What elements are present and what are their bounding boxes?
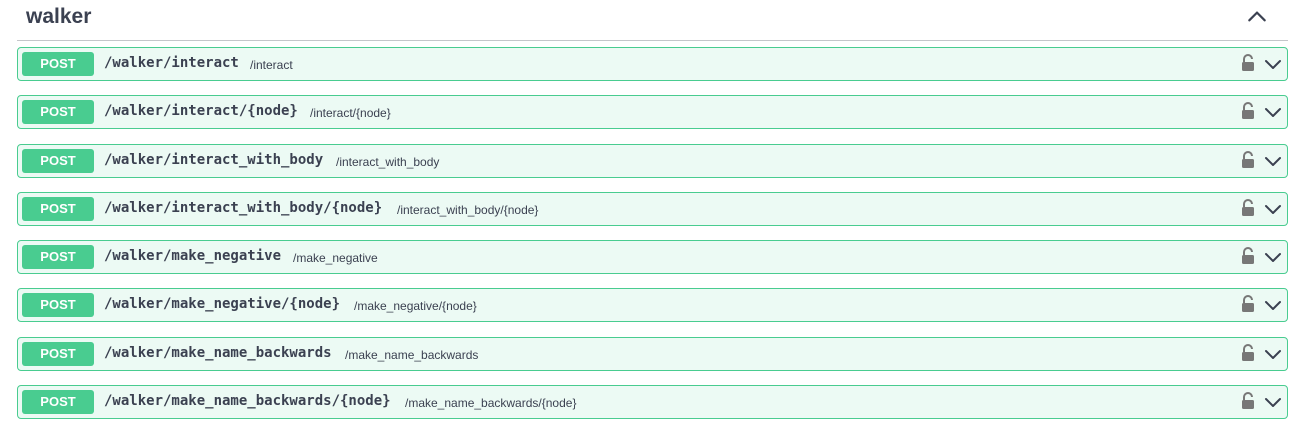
chevron-down-icon[interactable] [1263, 344, 1283, 364]
unlocked-padlock-icon[interactable] [1241, 150, 1255, 169]
chevron-down-icon[interactable] [1263, 151, 1283, 171]
method-badge: POST [22, 52, 94, 76]
unlocked-padlock-icon[interactable] [1241, 198, 1255, 217]
section-title: walker [26, 5, 92, 28]
unlocked-padlock-icon[interactable] [1241, 247, 1255, 265]
operation-summary: /interact [250, 58, 293, 72]
method-badge: POST [22, 245, 94, 270]
operation-row[interactable]: POST /walker/interact_with_body /interac… [17, 143, 1288, 178]
operation-row[interactable]: POST /walker/make_negative /make_negativ… [17, 240, 1288, 275]
chevron-up-icon[interactable] [1246, 6, 1268, 28]
operation-row[interactable]: POST /walker/make_negative/{node} /make_… [17, 288, 1288, 323]
operation-row[interactable]: POST /walker/make_name_backwards /make_n… [17, 336, 1288, 371]
chevron-down-icon[interactable] [1263, 295, 1283, 315]
method-badge: POST [22, 390, 94, 415]
operation-row[interactable]: POST /walker/interact /interact [17, 47, 1288, 81]
chevron-down-icon[interactable] [1263, 199, 1283, 219]
chevron-down-icon[interactable] [1263, 102, 1283, 122]
operation-path: /walker/make_name_backwards [104, 344, 332, 361]
unlocked-padlock-icon[interactable] [1241, 392, 1255, 410]
operation-path: /walker/interact [104, 55, 239, 71]
operations-list: POST /walker/interact /interact POST /wa… [17, 47, 1288, 433]
unlocked-padlock-icon[interactable] [1241, 295, 1255, 313]
operation-summary: /interact/{node} [310, 106, 391, 121]
operation-path: /walker/interact/{node} [104, 103, 298, 120]
operation-row[interactable]: POST /walker/make_name_backwards/{node} … [17, 385, 1288, 420]
operation-summary: /interact_with_body [336, 154, 440, 169]
method-badge: POST [22, 341, 94, 366]
unlocked-padlock-icon[interactable] [1241, 102, 1255, 120]
chevron-down-icon[interactable] [1263, 247, 1283, 267]
operation-summary: /make_negative/{node} [354, 299, 477, 314]
operation-row[interactable]: POST /walker/interact_with_body/{node} /… [17, 191, 1288, 226]
chevron-down-icon[interactable] [1263, 392, 1283, 412]
method-badge: POST [22, 148, 94, 173]
operation-summary: /make_negative [293, 251, 378, 266]
chevron-down-icon[interactable] [1263, 54, 1283, 74]
method-badge: POST [22, 293, 94, 318]
operation-summary: /make_name_backwards [345, 347, 479, 362]
walker-section: walker POST /walker/interact /interact P… [0, 0, 1300, 436]
operation-summary: /make_name_backwards/{node} [405, 396, 577, 411]
operation-path: /walker/make_negative [104, 248, 282, 265]
method-badge: POST [22, 196, 94, 221]
operation-path: /walker/make_negative/{node} [104, 296, 341, 313]
operation-row[interactable]: POST /walker/interact/{node} /interact/{… [17, 95, 1288, 130]
unlocked-padlock-icon[interactable] [1241, 54, 1255, 72]
method-badge: POST [22, 100, 94, 125]
operation-summary: /interact_with_body/{node} [397, 202, 539, 217]
operation-path: /walker/interact_with_body [104, 151, 324, 168]
unlocked-padlock-icon[interactable] [1241, 343, 1255, 362]
section-header[interactable]: walker [17, 0, 1288, 41]
operation-path: /walker/make_name_backwards/{node} [104, 393, 391, 410]
operation-path: /walker/interact_with_body/{node} [104, 199, 383, 216]
